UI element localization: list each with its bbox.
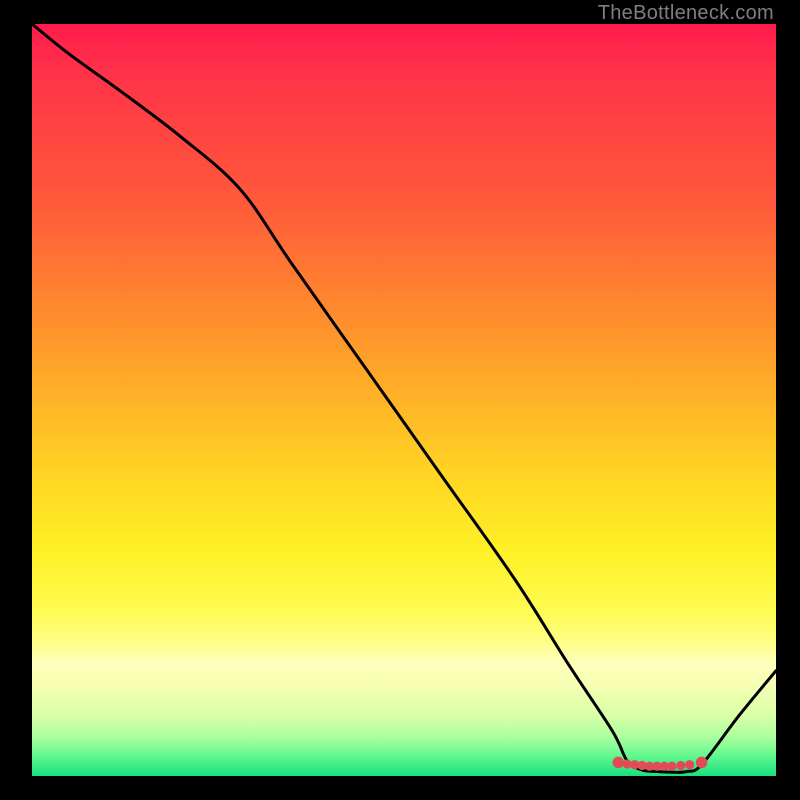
marker-dot: [623, 759, 632, 768]
marker-dot: [685, 760, 694, 769]
highlight-band: [32, 644, 776, 686]
marker-dot: [612, 757, 624, 769]
marker-dot: [652, 762, 661, 771]
marker-dot: [667, 762, 676, 771]
chart-frame: TheBottleneck.com: [0, 0, 800, 800]
bottleneck-curve: [32, 24, 776, 772]
chart-svg: [32, 24, 776, 776]
marker-dot: [696, 757, 708, 769]
marker-dot: [645, 762, 654, 771]
marker-dot: [676, 761, 685, 770]
curve-markers: [612, 757, 707, 771]
watermark-text: TheBottleneck.com: [598, 2, 774, 25]
marker-dot: [637, 761, 646, 770]
marker-dot: [630, 760, 639, 769]
chart-plot-area: [32, 24, 776, 776]
marker-dot: [660, 762, 669, 771]
